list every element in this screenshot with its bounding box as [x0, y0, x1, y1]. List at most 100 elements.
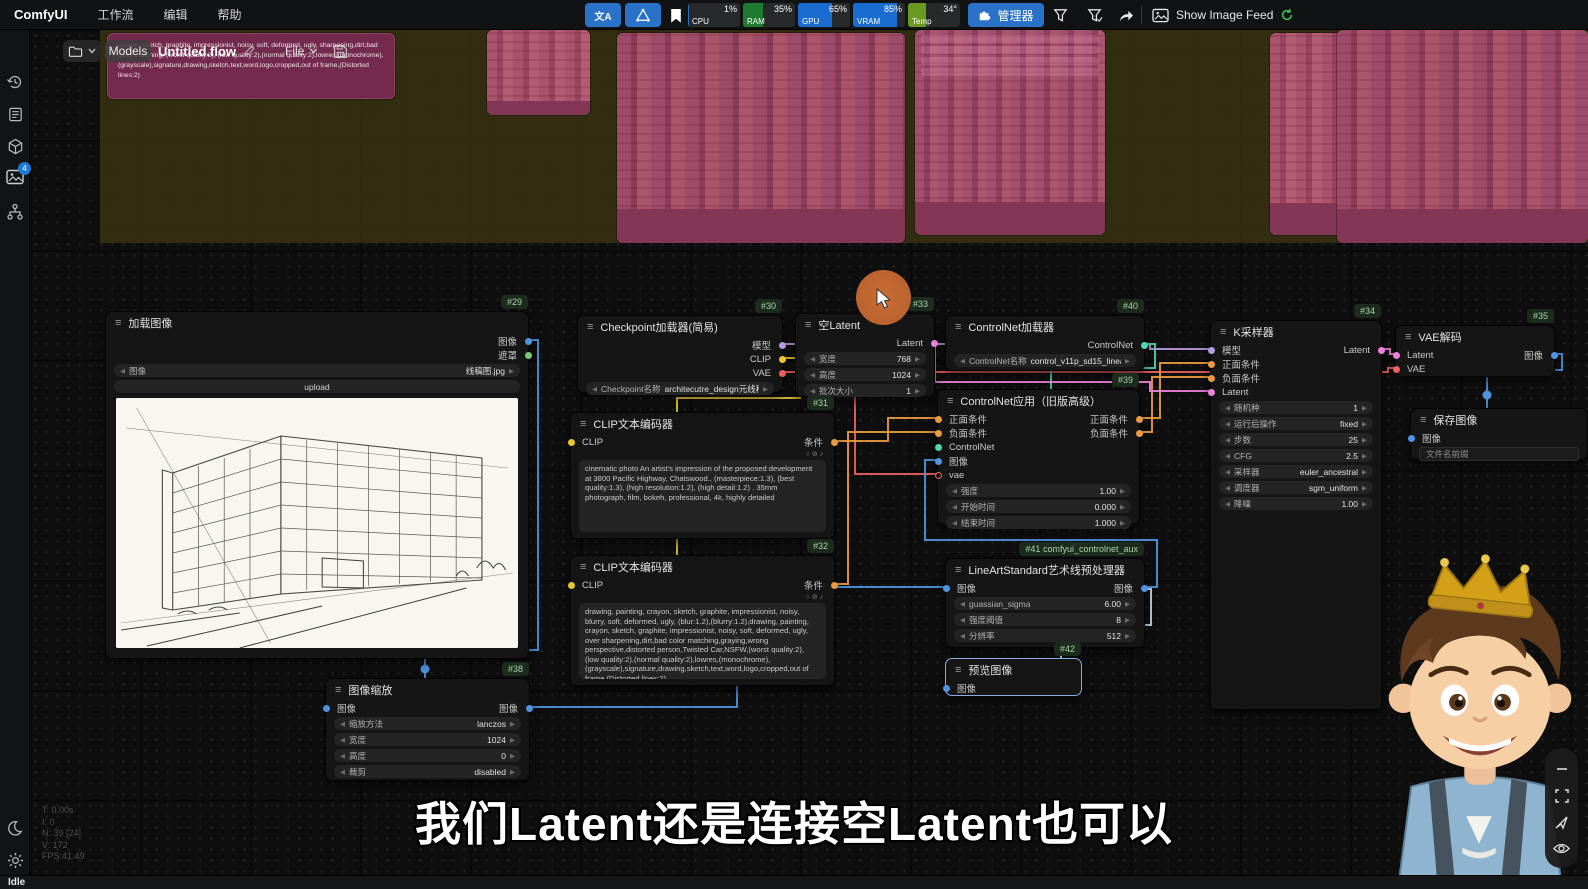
widget-开始时间[interactable]: ◀开始时间0.000▶: [946, 500, 1131, 513]
output-slot-image[interactable]: [526, 705, 533, 712]
workflow-title[interactable]: Untitled.flow: [158, 40, 255, 62]
decrement-arrow-icon[interactable]: ◀: [960, 600, 965, 608]
increment-arrow-icon[interactable]: ▶: [1362, 484, 1367, 492]
widget-采样器[interactable]: ◀采样器euler_ancestral▶: [1219, 465, 1373, 478]
decrement-arrow-icon[interactable]: ◀: [810, 371, 815, 379]
zoom-out-button[interactable]: [1554, 761, 1570, 777]
widget-裁剪[interactable]: ◀裁剪disabled▶: [334, 765, 521, 778]
node-controlnet_apply[interactable]: #39≡ControlNet应用（旧版高级）正面条件正面条件负面条件负面条件Co…: [937, 389, 1140, 525]
increment-arrow-icon[interactable]: ▶: [510, 752, 515, 760]
node-header[interactable]: ≡CLIP文本编码器: [571, 556, 834, 578]
node-checkpoint[interactable]: #30≡Checkpoint加载器(简易)模型CLIPVAE◀Checkpoin…: [577, 315, 783, 393]
widget-图像[interactable]: ◀图像线稿图.jpg▶: [114, 364, 520, 377]
fit-view-button[interactable]: [1554, 788, 1570, 804]
node-clip_neg[interactable]: #32≡CLIP文本编码器CLIP条件○ ⊘ ♪drawing, paintin…: [570, 555, 835, 686]
widget-强度阈值[interactable]: ◀强度阈值8▶: [954, 613, 1136, 626]
sidebar-model-library-button[interactable]: [5, 137, 25, 157]
output-slot-vae[interactable]: [779, 370, 786, 377]
output-slot-cond[interactable]: [1136, 416, 1143, 423]
widget-降噪[interactable]: ◀降噪1.00▶: [1219, 497, 1373, 510]
templates-button[interactable]: [625, 3, 661, 27]
prompt-textarea[interactable]: cinematic photo An artist's impression o…: [579, 460, 826, 532]
decrement-arrow-icon[interactable]: ◀: [340, 720, 345, 728]
clean-filter-button-2[interactable]: [1082, 3, 1106, 27]
node-ksampler[interactable]: #34≡K采样器模型Latent正面条件负面条件Latent◀随机种1▶◀运行后…: [1210, 320, 1382, 710]
input-slot-cond[interactable]: [1208, 361, 1215, 368]
models-button[interactable]: Models: [105, 40, 151, 62]
increment-arrow-icon[interactable]: ▶: [915, 387, 920, 395]
node-collapse-icon[interactable]: ≡: [805, 319, 811, 331]
widget-分辨率[interactable]: ◀分辨率512▶: [954, 629, 1136, 642]
increment-arrow-icon[interactable]: ▶: [1362, 404, 1367, 412]
input-slot-image[interactable]: [943, 685, 950, 692]
node-empty_latent[interactable]: #33≡空LatentLatent◀宽度768▶◀高度1024▶◀批次大小1▶: [795, 313, 935, 397]
increment-arrow-icon[interactable]: ▶: [1120, 519, 1125, 527]
node-header[interactable]: ≡Checkpoint加载器(简易): [578, 316, 782, 338]
increment-arrow-icon[interactable]: ▶: [915, 355, 920, 363]
increment-arrow-icon[interactable]: ▶: [1362, 500, 1367, 508]
decrement-arrow-icon[interactable]: ◀: [952, 519, 957, 527]
decrement-arrow-icon[interactable]: ◀: [1225, 452, 1230, 460]
widget-调度器[interactable]: ◀调度器sgm_uniform▶: [1219, 481, 1373, 494]
node-collapse-icon[interactable]: ≡: [587, 321, 593, 333]
decrement-arrow-icon[interactable]: ◀: [810, 387, 815, 395]
decrement-arrow-icon[interactable]: ◀: [1225, 436, 1230, 444]
output-slot-cond[interactable]: [831, 582, 838, 589]
node-vae_decode[interactable]: #35≡VAE解码Latent图像VAE: [1395, 325, 1555, 377]
node-save_image[interactable]: ≡保存图像图像文件名前缀: [1410, 408, 1588, 460]
output-slot-cond[interactable]: [1136, 430, 1143, 437]
widget-guassian_sigma[interactable]: ◀guassian_sigma6.00▶: [954, 597, 1136, 610]
output-slot-model[interactable]: [779, 342, 786, 349]
increment-arrow-icon[interactable]: ▶: [1362, 468, 1367, 476]
widget-高度[interactable]: ◀高度0▶: [334, 749, 521, 762]
widget-ControlNet名称[interactable]: ◀ControlNet名称control_v11p_sd15_lineart.p…: [954, 354, 1136, 367]
decrement-arrow-icon[interactable]: ◀: [120, 367, 125, 375]
increment-arrow-icon[interactable]: ▶: [1362, 420, 1367, 428]
output-slot-cond[interactable]: [831, 439, 838, 446]
decrement-arrow-icon[interactable]: ◀: [960, 357, 965, 365]
feed-image-2[interactable]: [617, 33, 905, 243]
widget-CFG[interactable]: ◀CFG2.5▶: [1219, 449, 1373, 462]
manager-button[interactable]: 管理器: [968, 3, 1044, 27]
save-workflow-button[interactable]: [333, 40, 353, 62]
feed-image-3[interactable]: [915, 30, 1105, 235]
menu-workflow[interactable]: 工作流: [97, 6, 133, 23]
increment-arrow-icon[interactable]: ▶: [510, 720, 515, 728]
input-slot-image[interactable]: [943, 585, 950, 592]
decrement-arrow-icon[interactable]: ◀: [952, 503, 957, 511]
increment-arrow-icon[interactable]: ▶: [1362, 436, 1367, 444]
node-header[interactable]: ≡预览图像: [946, 659, 1081, 681]
input-slot-image[interactable]: [935, 458, 942, 465]
sidebar-workflows-button[interactable]: [5, 202, 25, 222]
output-slot-image[interactable]: [1141, 585, 1148, 592]
input-slot-latent[interactable]: [1393, 352, 1400, 359]
clean-filter-button-1[interactable]: [1048, 3, 1072, 27]
decrement-arrow-icon[interactable]: ◀: [1225, 404, 1230, 412]
node-header[interactable]: ≡VAE解码: [1396, 326, 1554, 348]
widget-宽度[interactable]: ◀宽度1024▶: [334, 733, 521, 746]
input-slot-image[interactable]: [323, 705, 330, 712]
settings-button[interactable]: [5, 850, 25, 870]
input-slot-vae[interactable]: [935, 472, 942, 479]
widget-结束时间[interactable]: ◀结束时间1.000▶: [946, 516, 1131, 529]
node-header[interactable]: ≡K采样器: [1211, 321, 1381, 343]
node-controlnet_loader[interactable]: #40≡ControlNet加载器ControlNet◀ControlNet名称…: [945, 315, 1145, 371]
feed-image-1[interactable]: [487, 30, 590, 115]
widget-宽度[interactable]: ◀宽度768▶: [804, 352, 926, 365]
node-header[interactable]: ≡ControlNet加载器: [946, 316, 1144, 338]
input-slot-vae[interactable]: [1393, 366, 1400, 373]
node-header[interactable]: ≡加载图像: [106, 312, 528, 334]
node-preview[interactable]: #42≡预览图像图像: [945, 658, 1082, 696]
node-collapse-icon[interactable]: ≡: [115, 317, 121, 329]
node-clip_pos[interactable]: #31≡CLIP文本编码器CLIP条件○ ⊘ ♪cinematic photo …: [570, 412, 835, 539]
widget-运行后操作[interactable]: ◀运行后操作fixed▶: [1219, 417, 1373, 430]
sidebar-gallery-button[interactable]: 4: [5, 167, 25, 187]
node-header[interactable]: ≡CLIP文本编码器: [571, 413, 834, 435]
widget-随机种[interactable]: ◀随机种1▶: [1219, 401, 1373, 414]
menu-edit[interactable]: 编辑: [163, 6, 187, 23]
node-header[interactable]: ≡图像缩放: [326, 679, 529, 701]
increment-arrow-icon[interactable]: ▶: [1125, 357, 1130, 365]
node-collapse-icon[interactable]: ≡: [955, 664, 961, 676]
increment-arrow-icon[interactable]: ▶: [763, 385, 768, 393]
widget-Checkpoint名称[interactable]: ◀Checkpoint名称architecutre_design元线稿-Yuan…: [586, 382, 774, 395]
